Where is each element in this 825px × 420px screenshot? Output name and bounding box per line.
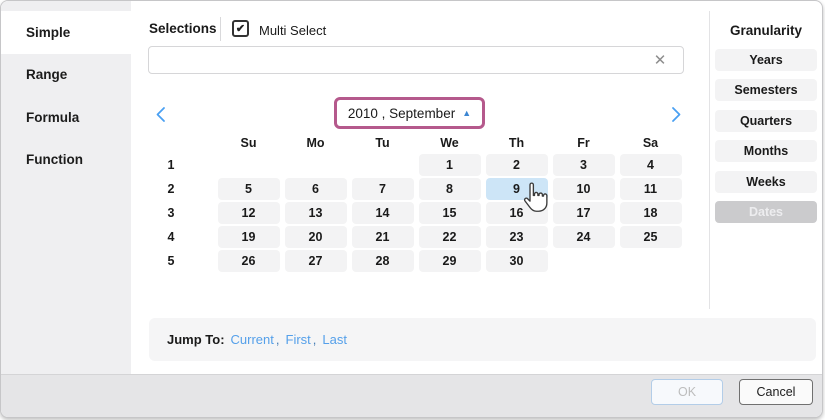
day-button[interactable]: 29	[419, 250, 481, 272]
separator: ,	[313, 332, 317, 347]
day-button[interactable]: 8	[419, 178, 481, 200]
ok-button[interactable]: OK	[651, 379, 723, 405]
weekday-header: We	[416, 133, 483, 153]
day-button[interactable]: 10	[553, 178, 615, 200]
cancel-button[interactable]: Cancel	[739, 379, 813, 405]
divider	[220, 17, 221, 41]
day-button[interactable]: 21	[352, 226, 414, 248]
weekday-header: Su	[215, 133, 282, 153]
week-number: 1	[127, 153, 215, 177]
day-button[interactable]: 6	[285, 178, 347, 200]
day-button[interactable]: 15	[419, 202, 481, 224]
week-number: 4	[127, 225, 215, 249]
granularity-years-button[interactable]: Years	[715, 49, 817, 71]
weeknum-header	[127, 133, 215, 153]
day-button[interactable]: 4	[620, 154, 682, 176]
day-button[interactable]: 14	[352, 202, 414, 224]
chevron-right-icon	[671, 106, 682, 123]
empty-day-cell	[550, 249, 617, 273]
jump-to-last-link[interactable]: Last	[322, 332, 347, 347]
selections-input[interactable]	[148, 46, 684, 74]
selections-label: Selections	[149, 21, 217, 36]
month-year-dropdown[interactable]: 2010 , September ▲	[348, 106, 471, 121]
granularity-quarters-button[interactable]: Quarters	[715, 110, 817, 132]
empty-day-cell	[349, 153, 416, 177]
day-button[interactable]: 17	[553, 202, 615, 224]
date-picker-dialog: Simple Range Formula Function Selections…	[0, 0, 823, 418]
weekday-header: Mo	[282, 133, 349, 153]
weekday-header: Sa	[617, 133, 684, 153]
day-button[interactable]: 28	[352, 250, 414, 272]
jump-to-first-link[interactable]: First	[286, 332, 311, 347]
day-button[interactable]: 20	[285, 226, 347, 248]
sidebar-item-formula[interactable]: Formula	[1, 96, 131, 139]
sidebar-item-function[interactable]: Function	[1, 138, 131, 181]
week-number: 5	[127, 249, 215, 273]
jump-to-label: Jump To:	[167, 332, 225, 347]
day-button[interactable]: 26	[218, 250, 280, 272]
granularity-title: Granularity	[710, 23, 822, 38]
weekday-header: Fr	[550, 133, 617, 153]
day-button[interactable]: 12	[218, 202, 280, 224]
empty-day-cell	[617, 249, 684, 273]
divider	[709, 11, 710, 309]
day-button[interactable]: 25	[620, 226, 682, 248]
sidebar-item-simple[interactable]: Simple	[1, 11, 131, 54]
annotation-highlight: 2010 , September ▲	[334, 97, 485, 129]
month-year-label: 2010 , September	[348, 106, 455, 121]
day-button[interactable]: 19	[218, 226, 280, 248]
sidebar-item-range[interactable]: Range	[1, 53, 131, 96]
checkmark-icon: ✔	[236, 22, 245, 35]
clear-icon[interactable]: ✕	[649, 50, 671, 70]
weekday-header: Th	[483, 133, 550, 153]
day-button[interactable]: 3	[553, 154, 615, 176]
day-button[interactable]: 2	[486, 154, 548, 176]
day-button[interactable]: 24	[553, 226, 615, 248]
day-button[interactable]: 22	[419, 226, 481, 248]
week-number: 3	[127, 201, 215, 225]
day-button[interactable]: 1	[419, 154, 481, 176]
separator: ,	[276, 332, 280, 347]
dialog-footer: OK Cancel	[1, 374, 822, 417]
week-number: 2	[127, 177, 215, 201]
day-button[interactable]: 5	[218, 178, 280, 200]
mode-sidebar: Simple Range Formula Function	[1, 1, 131, 377]
day-button[interactable]: 23	[486, 226, 548, 248]
jump-to-bar: Jump To: Current , First , Last	[149, 318, 816, 361]
chevron-left-icon	[155, 106, 166, 123]
granularity-dates-button[interactable]: Dates	[715, 201, 817, 223]
next-month-button[interactable]	[667, 105, 685, 123]
day-button-hovered[interactable]: 9	[486, 178, 548, 200]
calendar-grid: Su Mo Tu We Th Fr Sa 1 1 2 3 4 2 5 6 7 8…	[127, 133, 684, 273]
empty-day-cell	[215, 153, 282, 177]
day-button[interactable]: 18	[620, 202, 682, 224]
weekday-header: Tu	[349, 133, 416, 153]
previous-month-button[interactable]	[151, 105, 169, 123]
day-button[interactable]: 27	[285, 250, 347, 272]
granularity-months-button[interactable]: Months	[715, 140, 817, 162]
day-button[interactable]: 30	[486, 250, 548, 272]
multi-select-label: Multi Select	[259, 23, 326, 38]
day-button[interactable]: 16	[486, 202, 548, 224]
day-button[interactable]: 7	[352, 178, 414, 200]
granularity-weeks-button[interactable]: Weeks	[715, 171, 817, 193]
multi-select-checkbox[interactable]: ✔	[232, 20, 249, 37]
granularity-semesters-button[interactable]: Semesters	[715, 79, 817, 101]
day-button[interactable]: 13	[285, 202, 347, 224]
empty-day-cell	[282, 153, 349, 177]
jump-to-current-link[interactable]: Current	[231, 332, 274, 347]
day-button[interactable]: 11	[620, 178, 682, 200]
dropdown-up-icon: ▲	[462, 109, 471, 118]
